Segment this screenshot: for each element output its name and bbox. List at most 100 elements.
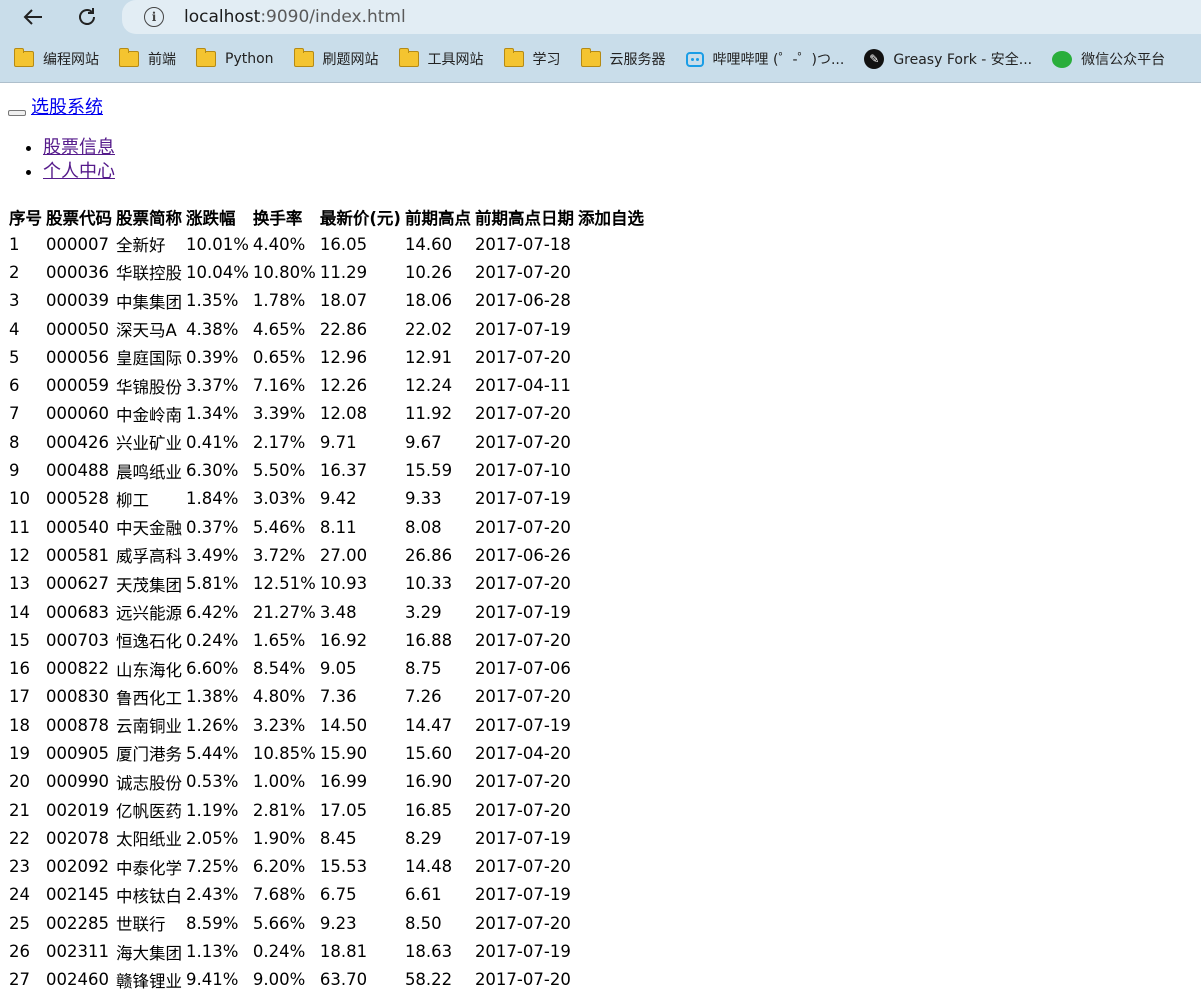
table-cell: 2017-07-19 [474,885,571,905]
table-cell: 赣锋锂业 [116,971,182,991]
table-cell: 000703 [46,630,109,650]
bookmark-item[interactable]: 编程网站 [14,48,99,69]
table-cell: 000627 [46,574,109,594]
table-cell: 5.50% [252,461,306,481]
back-button[interactable] [17,3,49,31]
table-row: 9 000488 晨鸣纸业 6.30% 5.50% 16.37 15.59 2017-07-1… [9,456,648,484]
table-cell: 2017-07-20 [474,970,571,990]
table-row: 4 000050 深天马A 4.38% 4.65% 22.86 22.02 2017-07-1… [9,315,648,343]
table-cell: 10.33 [404,574,453,594]
table-cell: 0.41% [186,432,239,452]
table-cell: 9.05 [319,659,357,679]
table-cell: 12.24 [404,376,453,396]
table-cell: 3.39% [252,404,306,424]
table-cell: 鲁西化工 [116,688,182,708]
reload-button[interactable] [71,3,103,31]
table-cell: 2017-07-10 [474,461,571,481]
table-cell: 深天马A [116,321,177,341]
nav-link-stock-info[interactable]: 股票信息 [43,137,115,157]
table-cell: 2.43% [186,885,239,905]
info-icon[interactable]: i [144,7,164,27]
table-cell: 16 [9,659,30,679]
table-cell: 3.72% [252,545,306,565]
table-header-row: 序号 股票代码 股票简称 涨跌幅 换手率 最新价(元) 前期高点 前期高点日期 添加自选 [9,204,648,230]
table-cell: 0.53% [186,772,239,792]
table-row: 11 000540 中天金融 0.37% 5.46% 8.11 8.08 2017-07-20 [9,513,648,541]
page-content: 选股系统 股票信息 个人中心 序号股票代码股票简称涨跌幅换手率最新价(元)前期高… [0,83,1201,994]
table-row: 23 002092 中泰化学 7.25% 6.20% 15.53 14.48 2017-07-… [9,853,648,881]
table-cell: 11.29 [319,262,368,282]
bookmark-item[interactable]: 刷题网站 [293,48,379,69]
table-cell: 000036 [46,262,109,282]
table-cell: 000426 [46,432,109,452]
table-cell: 7.16% [252,376,306,396]
table-cell: 0.24% [252,942,306,962]
table-row: 25 002285 世联行 8.59% 5.66% 9.23 8.50 2017-07-20 [9,909,648,937]
table-cell: 7 [9,404,20,424]
table-cell: 12.26 [319,376,368,396]
table-cell: 000007 [46,234,109,254]
bookmark-item[interactable]: 学习 [503,48,561,69]
table-cell: 1.65% [252,630,306,650]
table-cell: 1 [9,234,20,254]
table-cell: 世联行 [116,915,166,935]
table-cell: 1.38% [186,687,239,707]
table-cell: 000990 [46,772,109,792]
folder-icon [503,48,524,67]
address-bar[interactable]: i localhost:9090/index.html [122,0,1201,34]
main-nav: 股票信息 个人中心 [8,135,1201,183]
bookmark-item[interactable]: 工具网站 [398,48,484,69]
table-row: 2 000036 华联控股 10.04% 10.80% 11.29 10.26 2017-07… [9,258,648,286]
bookmark-item[interactable]: 云服务器 [580,48,666,69]
brand-link[interactable]: 选股系统 [31,93,103,119]
bookmark-item[interactable]: 哔哩哔哩 (゜-゜)つ... [685,49,844,69]
table-cell: 晨鸣纸业 [116,462,182,482]
table-cell: 14 [9,602,30,622]
table-cell: 18 [9,715,30,735]
column-header: 前期高点日期 [474,209,574,228]
folder-icon [398,48,419,67]
table-cell: 6.42% [186,602,239,622]
table-cell: 5.81% [186,574,239,594]
reload-icon [79,8,95,25]
table-cell: 1.35% [186,291,239,311]
bookmark-item[interactable]: 微信公众平台 [1052,49,1165,69]
table-cell: 12 [9,545,30,565]
bookmark-item[interactable]: Python [196,48,274,67]
table-cell: 6.61 [404,885,442,905]
table-row: 17 000830 鲁西化工 1.38% 4.80% 7.36 7.26 2017-07-20 [9,683,648,711]
column-header: 涨跌幅 [186,209,236,228]
bookmark-item[interactable]: 前端 [119,48,176,69]
column-header: 股票简称 [116,209,182,228]
table-cell: 58.22 [404,970,453,990]
table-row: 16 000822 山东海化 6.60% 8.54% 9.05 8.75 2017-07-06 [9,654,648,682]
table-cell: 22.02 [404,319,453,339]
table-cell: 27.00 [319,545,368,565]
nav-link-profile[interactable]: 个人中心 [43,161,115,181]
folder-icon [119,48,139,67]
table-cell: 1.90% [252,828,306,848]
table-cell: 11.92 [404,404,453,424]
table-cell: 柳工 [116,490,149,510]
table-cell: 1.34% [186,404,239,424]
table-cell: 6.60% [186,659,239,679]
table-cell: 17 [9,687,30,707]
table-cell: 27 [9,970,30,990]
table-cell: 3.23% [252,715,306,735]
table-cell: 14.47 [404,715,453,735]
bookmark-label: 编程网站 [43,52,99,68]
table-cell: 2017-07-20 [474,687,571,707]
table-cell: 25 [9,913,30,933]
table-cell: 002460 [46,970,109,990]
table-cell: 10.01% [186,234,249,254]
table-cell: 9.67 [404,432,442,452]
bookmark-item[interactable]: ✎ Greasy Fork - 安全... [864,49,1032,69]
table-cell: 2017-04-20 [474,743,571,763]
bookmark-label: Greasy Fork - 安全... [893,52,1033,68]
bookmark-label: 工具网站 [427,52,484,68]
column-header: 最新价(元) [319,209,401,228]
table-cell: 10.26 [404,262,453,282]
navbar-toggle-button[interactable] [8,110,26,116]
wechat-icon [1052,50,1073,68]
table-cell: 0.39% [186,347,239,367]
